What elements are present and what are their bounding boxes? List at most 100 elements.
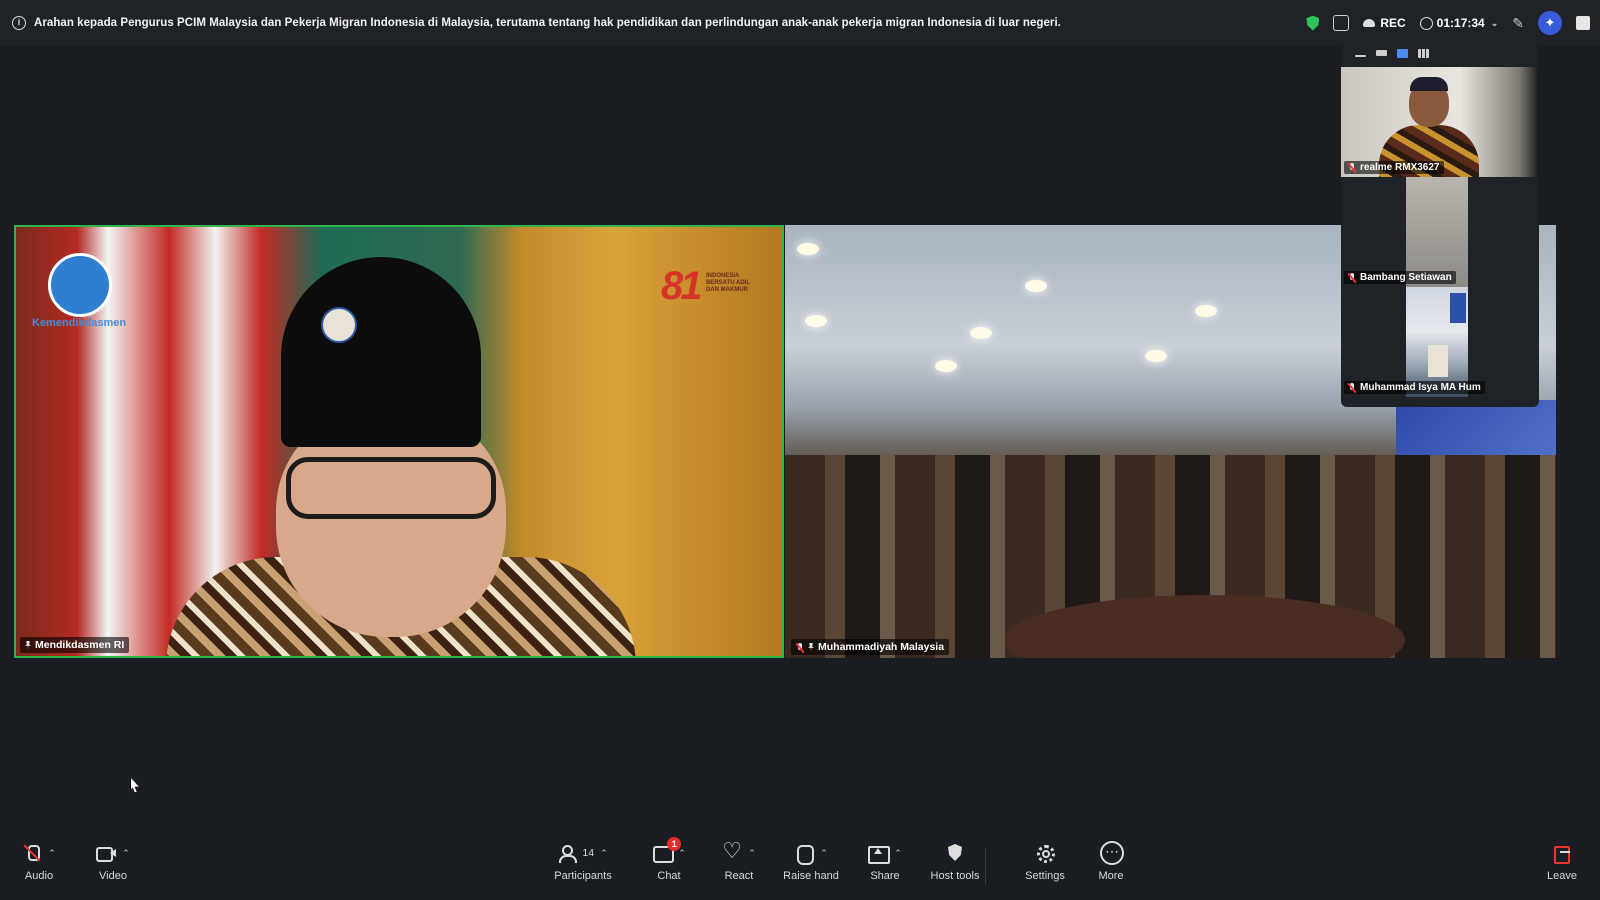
heart-icon [722, 840, 742, 862]
chevron-up-icon[interactable]: ⌃ [600, 848, 608, 859]
thumbnail-tile[interactable]: Bambang Setiawan [1341, 177, 1539, 287]
react-label: React [724, 870, 754, 882]
chevron-up-icon[interactable]: ⌃ [748, 848, 756, 859]
sparkle-icon[interactable]: ✦ [1538, 11, 1562, 35]
speaker-glasses [286, 457, 496, 519]
participant-name-tag: Bambang Setiawan [1344, 271, 1456, 284]
anniversary-badge-text: INDONESIA BERSATU ADIL DAN MAKMUR [706, 273, 750, 293]
participant-name-tag: Mendikdasmen RI [20, 637, 130, 653]
audio-label: Audio [24, 870, 54, 882]
toolbar-divider [985, 848, 986, 884]
share-label: Share [870, 870, 900, 882]
chevron-up-icon[interactable]: ⌃ [122, 848, 130, 859]
camera-icon [96, 844, 117, 862]
meeting-topic: Arahan kepada Pengurus PCIM Malaysia dan… [34, 17, 1061, 29]
host-tools-label: Host tools [930, 870, 980, 882]
meeting-toolbar: ⌃ Audio ⌃ Video 14 ⌃ Participants 1 ⌃ Chat… [0, 837, 1600, 900]
muted-mic-icon [796, 642, 804, 652]
video-tile-mendikdasmen[interactable]: Kemendikdasmen 81 INDONESIA BERSATU ADIL… [14, 225, 784, 658]
speaker-view-icon[interactable] [1397, 48, 1408, 58]
single-view-icon[interactable] [1376, 50, 1387, 56]
minimize-icon[interactable] [1355, 55, 1366, 57]
thumbnail-tile[interactable]: realme RMX3627 [1341, 67, 1539, 177]
ceiling-light [797, 243, 819, 255]
pencil-icon[interactable]: ✎ [1512, 15, 1524, 32]
more-icon [1100, 841, 1124, 865]
shield-icon [945, 844, 965, 862]
video-button[interactable]: ⌃ Video [78, 838, 148, 882]
chat-icon: 1 [652, 837, 682, 863]
participant-name: Bambang Setiawan [1360, 272, 1452, 283]
chevron-up-icon[interactable]: ⌃ [48, 848, 56, 859]
mouse-cursor [130, 777, 139, 793]
participants-label: Participants [554, 870, 612, 882]
host-tools-button[interactable]: Host tools [920, 838, 990, 882]
gear-icon [1035, 844, 1055, 863]
thumbnail-strip: realme RMX3627 Bambang Setiawan Muhammad… [1341, 41, 1539, 407]
speaker-cap [281, 257, 481, 447]
participant-cap [1410, 77, 1448, 91]
react-button[interactable]: ⌃ React [704, 838, 774, 882]
chevron-down-icon: ⌄ [1490, 17, 1499, 28]
participants-button[interactable]: 14 ⌃ Participants [548, 838, 618, 882]
cloud-icon [1363, 19, 1376, 27]
cloud-recording-indicator[interactable]: REC [1363, 16, 1406, 30]
muted-mic-icon [1348, 163, 1356, 172]
ceiling-light [1145, 350, 1167, 362]
meeting-timer[interactable]: 01:17:34 ⌄ [1419, 16, 1499, 30]
more-label: More [1098, 870, 1124, 882]
settings-label: Settings [1025, 870, 1065, 882]
leave-button[interactable]: Leave [1530, 838, 1594, 882]
ceiling-light [1195, 305, 1217, 317]
settings-button[interactable]: Settings [1010, 838, 1080, 882]
raise-hand-label: Raise hand [783, 870, 839, 882]
anniversary-badge-number: 81 [661, 264, 702, 308]
speaker-video [166, 257, 636, 656]
apps-icon[interactable] [1576, 16, 1590, 30]
chat-label: Chat [657, 870, 681, 882]
ceiling-light [1025, 280, 1047, 292]
participant-name-tag: Muhammad Isya MA Hum [1344, 381, 1485, 394]
muted-mic-icon [1348, 383, 1356, 392]
strip-view-controls [1341, 41, 1539, 65]
clock-icon [1419, 16, 1433, 30]
audio-button[interactable]: ⌃ Audio [4, 838, 74, 882]
shield-check-icon[interactable] [1306, 15, 1320, 31]
participant-name: Mendikdasmen RI [35, 639, 125, 651]
presentation-screen [1450, 293, 1466, 323]
participants-count: 14 [582, 847, 595, 859]
chevron-up-icon[interactable]: ⌃ [678, 848, 686, 859]
raise-hand-button[interactable]: ⌃ Raise hand [776, 838, 846, 882]
chat-button[interactable]: 1 ⌃ Chat [634, 837, 704, 882]
participant-name: realme RMX3627 [1360, 162, 1440, 173]
video-label: Video [99, 870, 127, 882]
ceiling-light [935, 360, 957, 372]
elapsed-time: 01:17:34 [1436, 16, 1485, 30]
participant-name-tag: realme RMX3627 [1344, 161, 1444, 174]
participant-name-tag: Muhammadiyah Malaysia [791, 639, 950, 655]
muted-mic-icon [22, 844, 42, 862]
meeting-top-bar: i Arahan kepada Pengurus PCIM Malaysia d… [0, 0, 1600, 46]
participants-icon [558, 844, 578, 863]
recording-label: REC [1380, 16, 1406, 30]
hand-icon [794, 844, 815, 865]
info-icon[interactable]: i [12, 16, 26, 30]
more-button[interactable]: More [1076, 838, 1146, 882]
cap-emblem [321, 307, 357, 343]
podium [1428, 345, 1448, 377]
leave-icon [1552, 844, 1572, 864]
pin-icon [25, 640, 31, 650]
chevron-up-icon[interactable]: ⌃ [894, 848, 902, 859]
leave-label: Leave [1547, 870, 1577, 882]
thumbnail-tile[interactable]: Muhammad Isya MA Hum [1341, 287, 1539, 397]
top-right-controls: REC 01:17:34 ⌄ ✎ ✦ [1306, 0, 1590, 46]
ceiling-light [970, 327, 992, 339]
gallery-view-icon[interactable] [1418, 48, 1429, 58]
share-button[interactable]: ⌃ Share [850, 838, 920, 882]
kemendikdasmen-logo [48, 253, 112, 317]
logo-text: Kemendikdasmen [32, 317, 127, 329]
participant-name: Muhammad Isya MA Hum [1360, 382, 1481, 393]
ceiling-light [805, 315, 827, 327]
chevron-up-icon[interactable]: ⌃ [820, 848, 828, 859]
notes-icon[interactable] [1333, 15, 1350, 31]
